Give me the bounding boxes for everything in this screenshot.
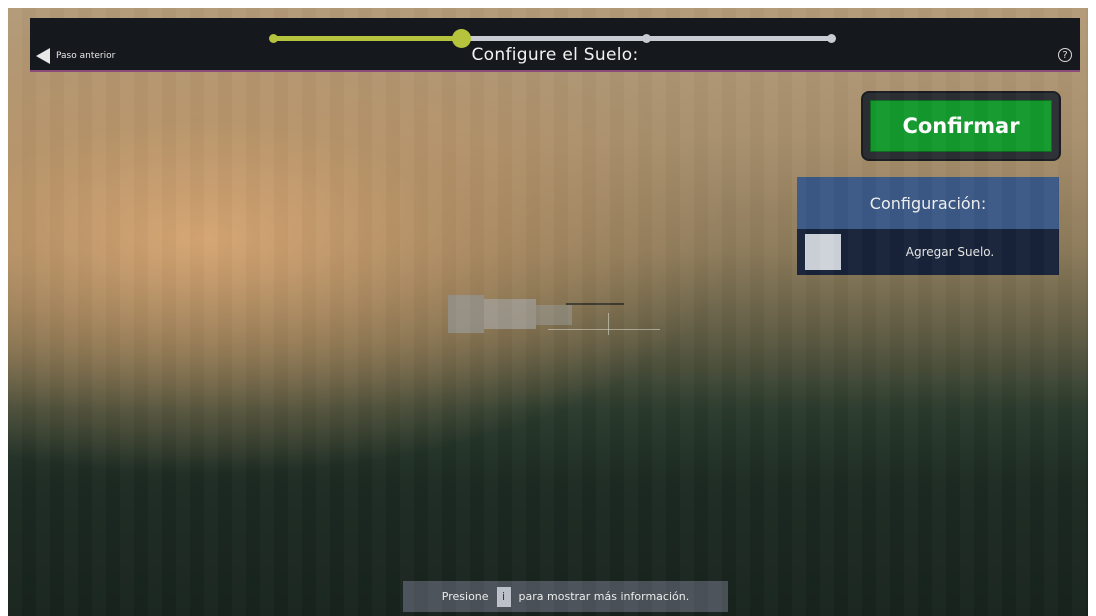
preview-block-mid xyxy=(484,299,536,329)
progress-step-4 xyxy=(827,34,836,43)
progress-segment-complete xyxy=(272,36,462,41)
help-icon[interactable]: ? xyxy=(1058,48,1072,62)
scene-viewport[interactable]: Paso anterior Configure el Suelo: ? Conf… xyxy=(8,8,1088,616)
top-bar: Paso anterior Configure el Suelo: ? xyxy=(30,18,1080,72)
confirm-button[interactable]: Confirmar xyxy=(870,100,1052,152)
info-key-badge: i xyxy=(496,586,511,607)
progress-step-1 xyxy=(269,34,278,43)
preview-line-top xyxy=(566,303,624,305)
progress-step-3 xyxy=(642,34,651,43)
preview-tick xyxy=(608,313,609,335)
preview-block-left xyxy=(448,295,484,333)
hint-prefix: Presione xyxy=(441,590,489,603)
preview-line-bottom xyxy=(548,329,660,330)
hint-suffix: para mostrar más información. xyxy=(518,590,690,603)
config-panel-title: Configuración: xyxy=(797,177,1059,229)
add-floor-checkbox[interactable] xyxy=(805,234,841,270)
preview-block-right xyxy=(536,305,572,325)
add-floor-label: Agregar Suelo. xyxy=(905,245,995,259)
add-floor-option[interactable]: Agregar Suelo. xyxy=(797,229,1059,275)
info-hint-bar: Presione i para mostrar más información. xyxy=(403,581,728,612)
floor-preview-object[interactable] xyxy=(438,291,660,336)
page-title: Configure el Suelo: xyxy=(471,45,639,65)
confirm-button-frame: Confirmar xyxy=(863,93,1059,159)
